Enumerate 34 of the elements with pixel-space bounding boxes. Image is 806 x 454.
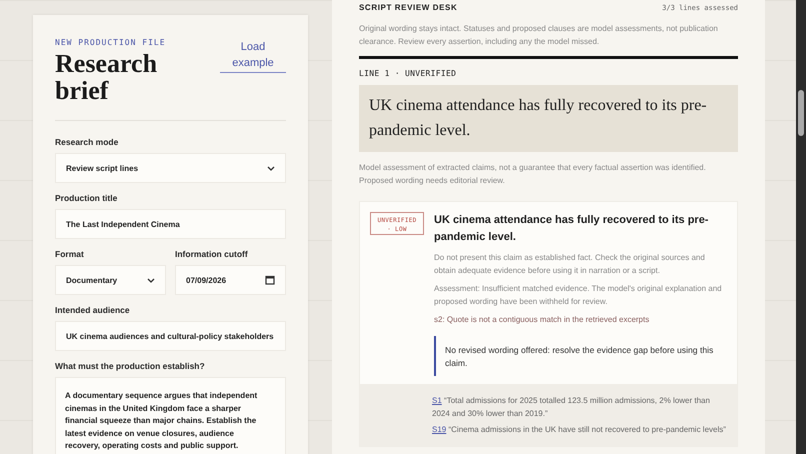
- page-title: Research brief: [55, 50, 158, 104]
- field-label: Intended audience: [55, 305, 131, 315]
- field-label: Information cutoff: [175, 249, 249, 259]
- eyebrow-label: NEW PRODUCTION FILE: [55, 38, 167, 47]
- field-label: Research mode: [55, 137, 120, 147]
- chevron-down-icon: [147, 278, 155, 282]
- section-title: SCRIPT REVIEW DESK: [359, 3, 458, 12]
- field-label: Format: [55, 249, 85, 259]
- assessment-text: Assessment: Insufficient matched evidence. The model's original explanation and proposed wording have been withheld for review.: [434, 283, 723, 308]
- text-area[interactable]: A documentary sequence argues that independent cinemas in the United Kingdom face a sharper financial squeeze than major chains. Establish the latest evidence on venue closures, audience recovery, operating costs and public support.: [55, 377, 286, 454]
- scrollbar-thumb[interactable]: [798, 90, 804, 136]
- load-example-link[interactable]: Load example: [220, 39, 286, 73]
- disclaimer-text: Model assessment of extracted claims, not a guarantee that every factual assertion was identified. Proposed wording needs editorial review.: [359, 162, 707, 187]
- scrollbar[interactable]: [796, 0, 806, 454]
- text-field[interactable]: The Last Independent Cinema: [55, 209, 286, 239]
- date-field[interactable]: 07/09/2026: [175, 265, 286, 295]
- chevron-down-icon: [267, 166, 275, 170]
- intro-text: Original wording stays intact. Statuses and proposed clauses are model assessments, not publication clearance. Review every assertion, including any the model missed.: [359, 23, 719, 48]
- field-label: Production title: [55, 193, 118, 203]
- line-label: LINE 1 · UNVERIFIED: [359, 69, 458, 78]
- field-label: What must the production establish?: [55, 361, 206, 371]
- text-field[interactable]: UK cinema audiences and cultural-policy stakeholders: [55, 321, 286, 351]
- select-field[interactable]: Review script lines: [55, 153, 286, 183]
- select-field[interactable]: Documentary: [55, 265, 166, 295]
- calendar-icon: [265, 275, 275, 285]
- source-link[interactable]: S19: [432, 425, 446, 434]
- evidence-citation: S19 “Cinema admissions in the UK have still not recovered to pre-pandemic levels”: [432, 424, 727, 436]
- warning-text: s2: Quote is not a contiguous match in the retrieved excerpts: [434, 314, 650, 326]
- evidence-citation: S1 “Total admissions for 2025 totalled 123.5 million admissions, 2% lower than 2024 and 30% lower than 2019.”: [432, 395, 711, 420]
- advice-text: Do not present this claim as established fact. Check the original sources and obtain adequate evidence before using it in narration or a script.: [434, 252, 706, 277]
- claim-heading: UK cinema attendance has fully recovered to its pre-pandemic level.: [434, 213, 710, 245]
- revision-note: No revised wording offered: resolve the evidence gap before using this claim.: [434, 336, 727, 376]
- script-line-quote: UK cinema attendance has fully recovered to its pre-pandemic level.: [359, 85, 738, 152]
- source-link[interactable]: S1: [432, 396, 442, 405]
